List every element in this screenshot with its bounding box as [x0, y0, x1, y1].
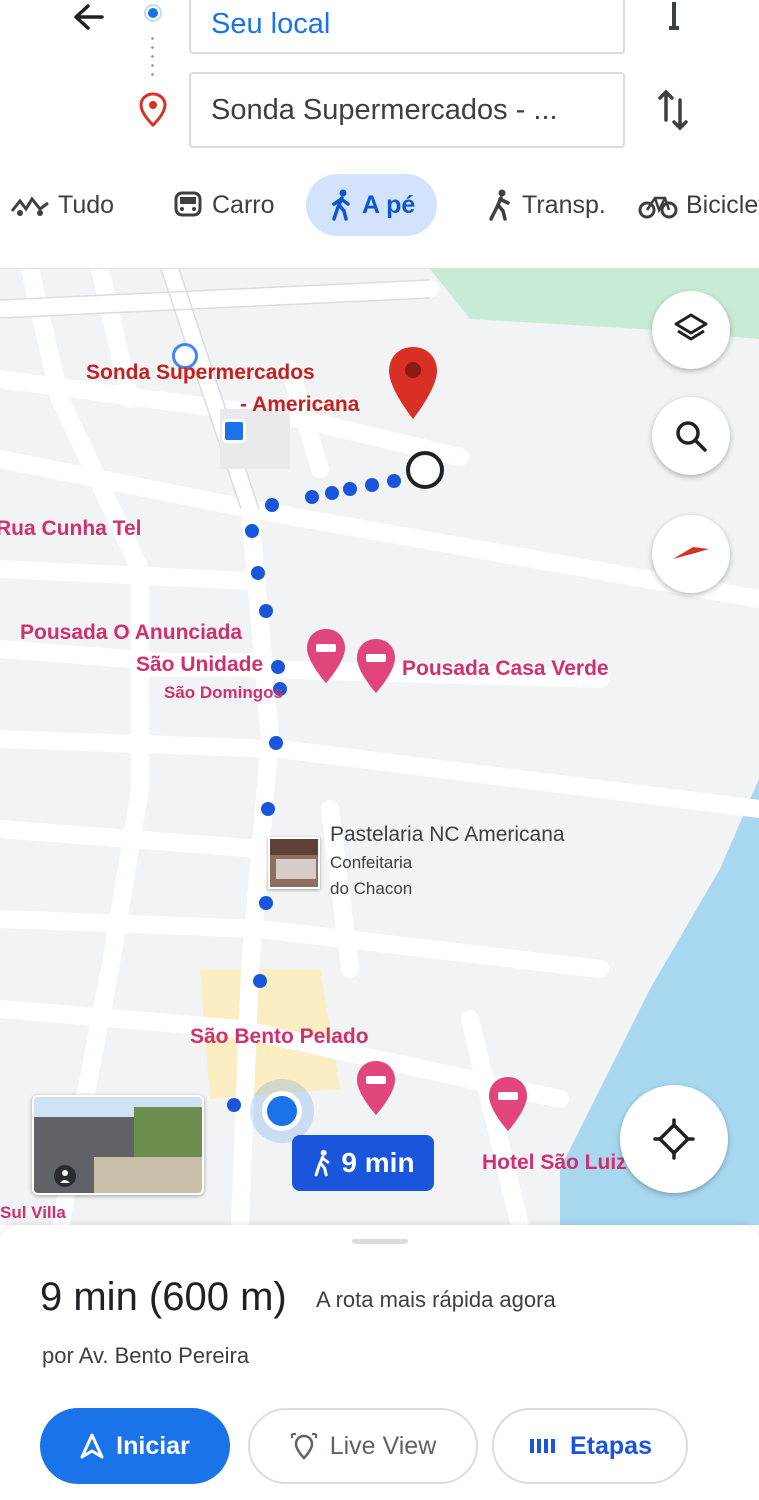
route-dot — [269, 736, 283, 750]
route-dot — [265, 498, 279, 512]
bicycle-icon — [638, 196, 678, 219]
live-view-button-label: Live View — [329, 1431, 437, 1460]
mode-tab-all[interactable]: Tudo — [10, 174, 114, 236]
list-icon — [530, 1439, 555, 1453]
car-icon — [174, 191, 202, 217]
destination-pin-icon — [138, 92, 168, 128]
place-photo-thumbnail[interactable] — [268, 837, 320, 889]
route-duration-distance: 9 min (600 m) — [40, 1275, 287, 1319]
lodging-pin-icon[interactable] — [486, 1075, 530, 1135]
mode-tab-transit[interactable]: Transp. — [486, 174, 606, 236]
place-label-line3: do Chacon — [330, 879, 413, 898]
place-label-line2: Confeitaria — [330, 853, 413, 872]
mode-label: Carro — [212, 190, 275, 219]
all-modes-icon — [10, 196, 49, 216]
route-connector — [151, 34, 154, 82]
origin-input[interactable]: Seu local — [189, 0, 625, 54]
compass-icon — [673, 547, 709, 559]
parking-icon[interactable] — [222, 419, 246, 443]
search-along-route-button[interactable] — [652, 397, 730, 475]
mode-label: Bicicleta — [686, 190, 759, 219]
live-view-button[interactable]: Live View — [248, 1408, 478, 1484]
travel-mode-bar: Tudo Carro A pé Transp. Bicicleta — [0, 168, 759, 246]
live-view-icon — [290, 1433, 317, 1460]
lodging-pin-icon[interactable] — [354, 1059, 398, 1119]
search-icon — [676, 421, 707, 452]
layers-button[interactable] — [652, 291, 730, 369]
swap-route-button[interactable] — [652, 86, 694, 134]
route-dot — [245, 524, 259, 538]
walking-icon — [332, 189, 350, 221]
more-options-button[interactable] — [664, 0, 684, 34]
route-dot — [253, 974, 267, 988]
lodging-label-line2[interactable]: São Unidade — [136, 653, 264, 677]
route-dot — [271, 660, 285, 674]
route-summary-sheet: 9 min (600 m) A rota mais rápida agora p… — [0, 1225, 759, 1500]
destination-ring-icon — [406, 451, 444, 489]
directions-header: Seu local Sonda Supermercados - ... — [0, 0, 759, 160]
sheet-drag-handle[interactable] — [352, 1239, 408, 1244]
route-dot — [387, 474, 401, 488]
route-dot — [343, 482, 357, 496]
mode-tab-car[interactable]: Carro — [172, 174, 275, 236]
route-dot — [227, 1098, 241, 1112]
mode-label: Transp. — [522, 190, 606, 219]
destination-marker-icon[interactable] — [386, 345, 440, 425]
street-view-icon — [54, 1165, 76, 1187]
lodging-label-line3: São Domingos — [164, 683, 284, 702]
start-button[interactable]: Iniciar — [40, 1408, 230, 1484]
lodging-label-line1[interactable]: Pousada O Anunciada — [20, 621, 242, 645]
my-location-dot-icon — [262, 1091, 302, 1131]
arrow-back-icon — [74, 4, 104, 30]
street-label-left: Rua Cunha Tel — [0, 517, 142, 540]
route-dot — [259, 896, 273, 910]
poi-label-bottom-left[interactable]: São Bento Pelado — [190, 1025, 369, 1049]
route-dot — [305, 490, 319, 504]
more-vert-icon — [669, 2, 679, 30]
lodging-pin-icon[interactable] — [354, 637, 398, 697]
route-dot — [251, 566, 265, 580]
mode-tab-bike[interactable]: Bicicleta — [638, 174, 759, 236]
steps-button-label: Etapas — [570, 1431, 652, 1460]
destination-map-label-line1[interactable]: Sonda Supermercados — [86, 361, 315, 385]
mode-label: Tudo — [58, 190, 115, 219]
place-label-line1[interactable]: Pastelaria NC Americana — [330, 823, 565, 847]
route-dot — [259, 604, 273, 618]
layers-icon — [674, 313, 708, 341]
my-location-icon — [653, 1118, 695, 1160]
lodging-label-right[interactable]: Pousada Casa Verde — [402, 657, 609, 681]
poi-label-bottom-right[interactable]: Hotel São Luiz — [482, 1151, 627, 1175]
destination-input[interactable]: Sonda Supermercados - ... — [189, 72, 625, 148]
mode-label: A pé — [362, 190, 416, 219]
lodging-pin-icon[interactable] — [304, 627, 348, 687]
walking-icon — [315, 1149, 330, 1177]
route-dot — [261, 802, 275, 816]
street-view-thumbnail[interactable] — [32, 1095, 204, 1195]
start-button-label: Iniciar — [116, 1431, 190, 1460]
map-view[interactable]: Sonda Supermercados - Americana Rua Cunh… — [0, 268, 759, 1225]
route-note: A rota mais rápida agora — [316, 1287, 556, 1312]
poi-label-far-left: Sul Villa — [0, 1203, 66, 1222]
navigation-arrow-icon — [80, 1433, 104, 1459]
mode-tab-walk[interactable]: A pé — [306, 174, 438, 236]
origin-dot-icon — [146, 6, 160, 20]
route-dot — [365, 478, 379, 492]
swap-vert-icon — [658, 89, 688, 131]
recenter-button[interactable] — [620, 1085, 728, 1193]
back-button[interactable] — [66, 0, 110, 36]
destination-map-label-line2[interactable]: - Americana — [240, 393, 359, 417]
route-via: por Av. Bento Pereira — [42, 1343, 250, 1368]
transit-icon — [489, 189, 510, 221]
steps-button[interactable]: Etapas — [492, 1408, 688, 1484]
eta-badge[interactable]: 9 min — [292, 1135, 434, 1191]
eta-badge-label: 9 min — [341, 1147, 415, 1178]
route-dot — [325, 486, 339, 500]
compass-button[interactable] — [652, 515, 730, 593]
